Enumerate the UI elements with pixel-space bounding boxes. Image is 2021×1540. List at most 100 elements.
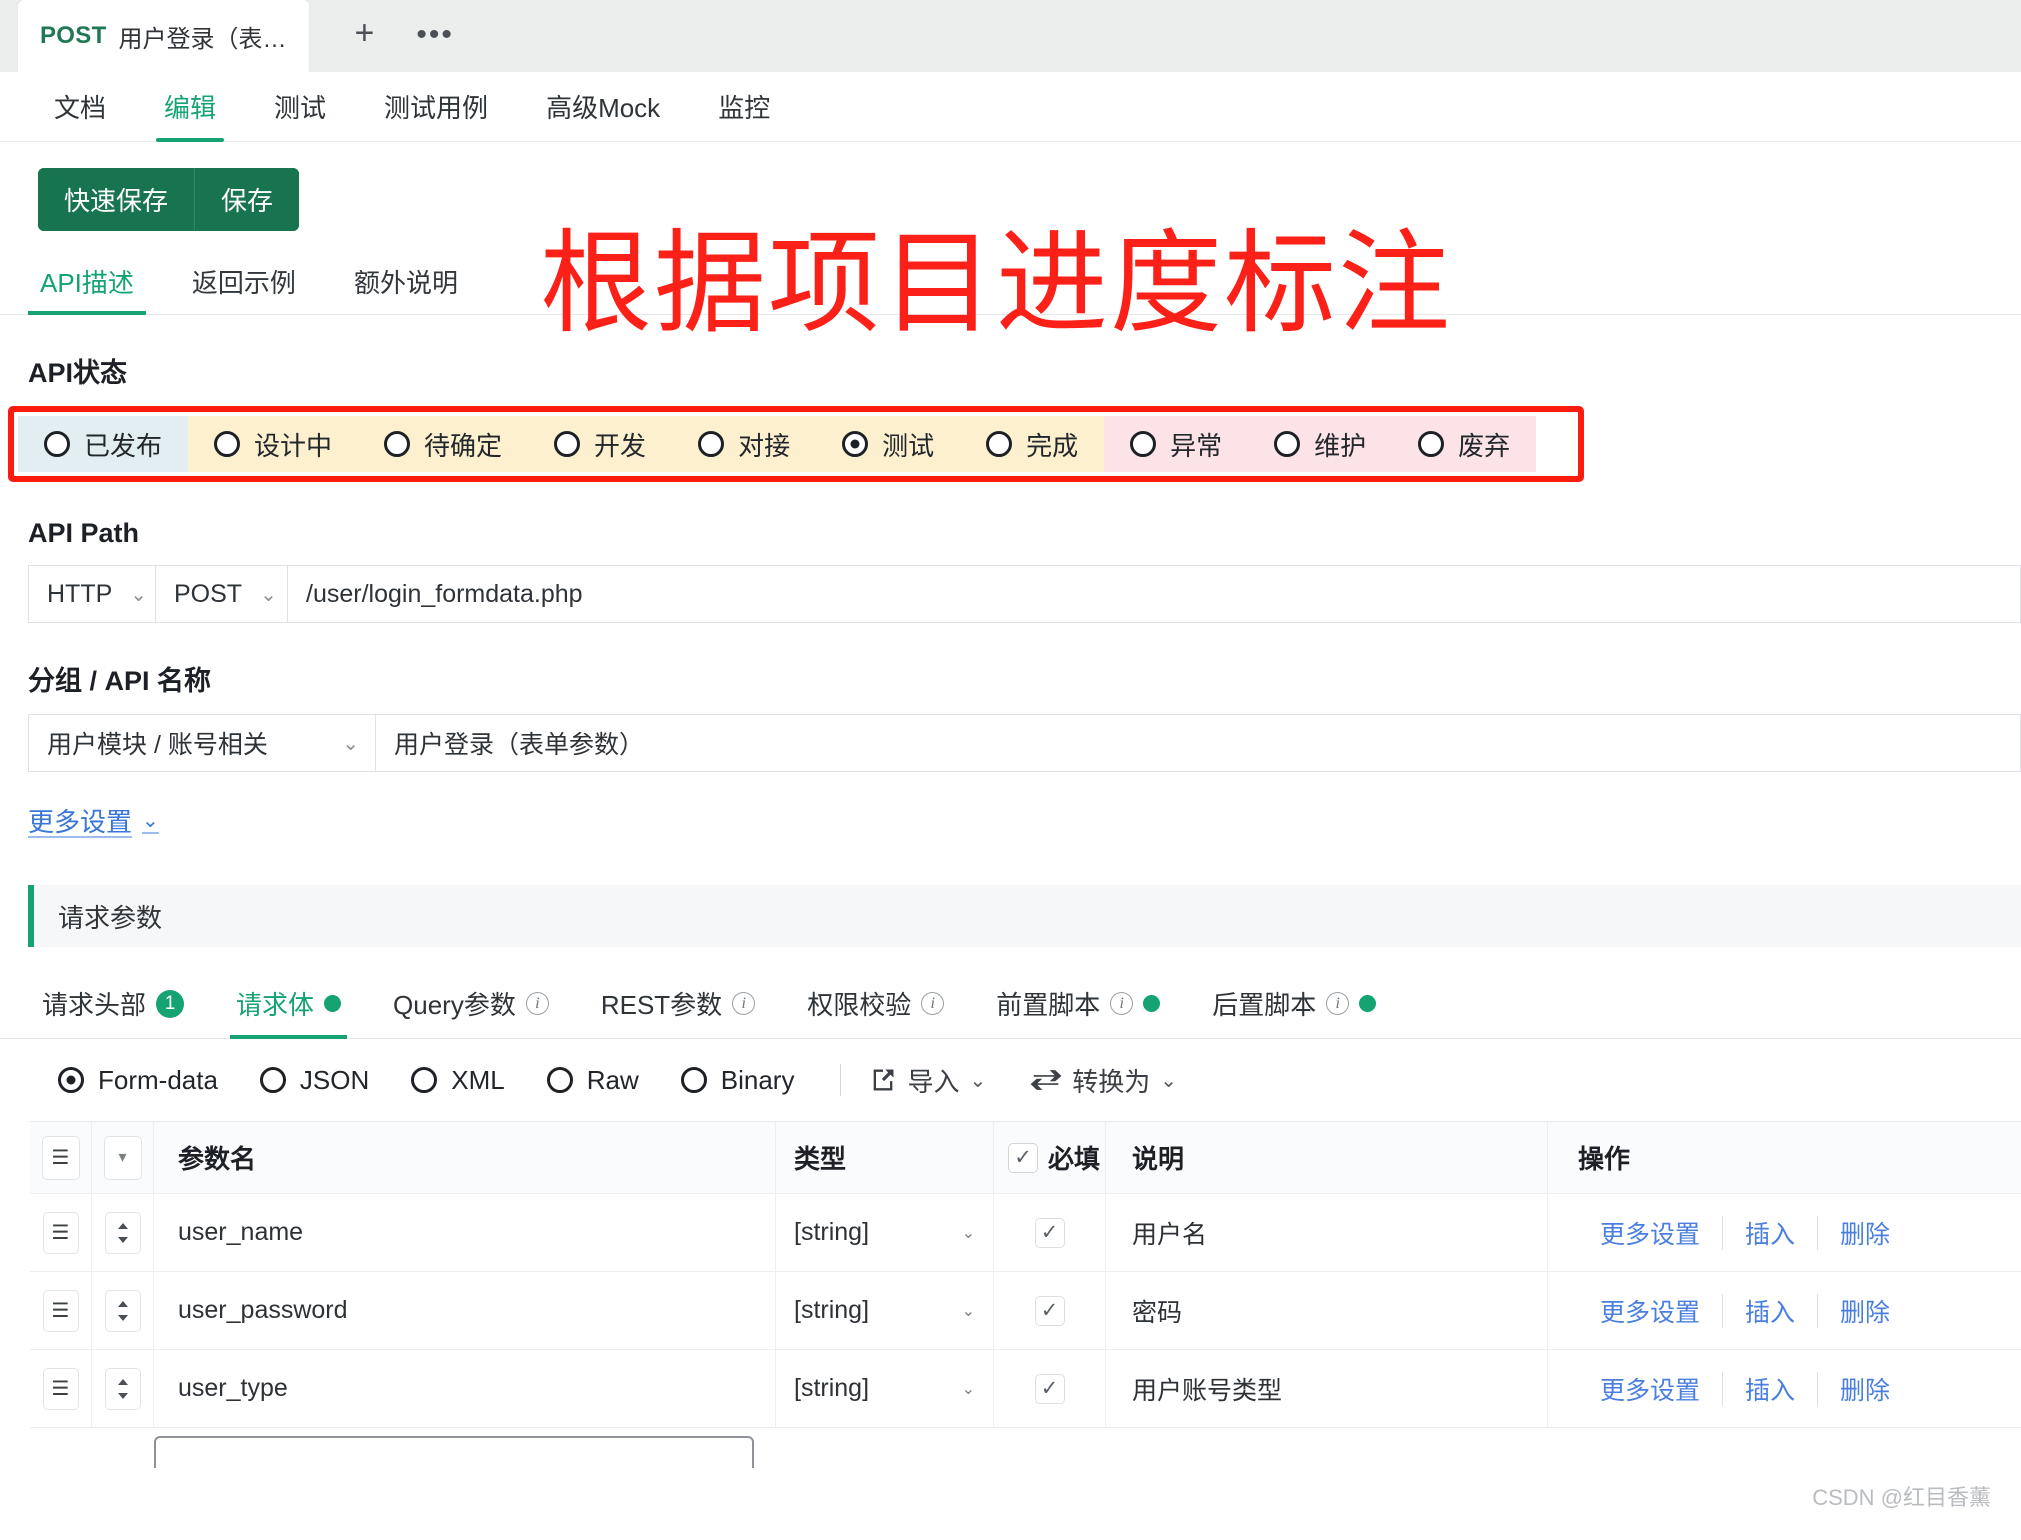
param-name-input[interactable]: user_password <box>154 1272 776 1349</box>
status-option-completed[interactable]: 完成 <box>960 416 1105 472</box>
save-button[interactable]: 保存 <box>194 168 300 231</box>
quick-save-button[interactable]: 快速保存 <box>38 168 195 231</box>
updown-arrows-icon[interactable] <box>104 1367 141 1410</box>
delete-action[interactable]: 删除 <box>1818 1293 1912 1329</box>
required-checkbox[interactable]: ✓ <box>1034 1373 1065 1404</box>
chevron-down-icon[interactable]: ▾ <box>103 1135 142 1180</box>
more-settings-action[interactable]: 更多设置 <box>1578 1215 1722 1251</box>
required-checkbox[interactable]: ✓ <box>1034 1217 1065 1248</box>
browser-tab-strip: POST 用户登录（表… + ••• <box>0 0 2021 72</box>
drag-handle-icon[interactable]: ☰ <box>42 1211 79 1254</box>
nav-item-doc[interactable]: 文档 <box>38 72 122 142</box>
status-option-integration[interactable]: 对接 <box>672 416 817 472</box>
updown-arrows-icon[interactable] <box>104 1211 141 1254</box>
method-select[interactable]: POST ⌄ <box>156 565 288 623</box>
body-type-json[interactable]: JSON <box>259 1064 370 1096</box>
more-settings-action[interactable]: 更多设置 <box>1578 1371 1722 1407</box>
chevron-down-icon: ⌄ <box>1160 1069 1178 1092</box>
nav-item-testcase[interactable]: 测试用例 <box>368 72 504 142</box>
nav-item-mock[interactable]: 高级Mock <box>530 72 676 142</box>
info-icon[interactable]: i <box>1110 992 1134 1015</box>
status-option-label: 已发布 <box>84 430 163 461</box>
subtab-response-example[interactable]: 返回示例 <box>180 257 308 314</box>
nav-item-test[interactable]: 测试 <box>258 72 342 142</box>
tab-query-params[interactable]: Query参数 i <box>387 981 555 1038</box>
status-option-pending[interactable]: 待确定 <box>358 416 529 472</box>
updown-arrows-glyph <box>117 1300 128 1321</box>
status-option-label: 完成 <box>1026 430 1079 461</box>
row-drag-cell: ☰ <box>30 1350 92 1427</box>
api-name-input[interactable]: 用户登录（表单参数） <box>376 714 2021 772</box>
tab-post-script[interactable]: 后置脚本 i <box>1206 981 1382 1038</box>
select-all-required-checkbox[interactable]: ✓ <box>1008 1142 1038 1173</box>
body-type-raw[interactable]: Raw <box>546 1065 639 1096</box>
status-option-label: 开发 <box>594 430 647 461</box>
subtab-api-description[interactable]: API描述 <box>28 257 146 315</box>
list-menu-icon[interactable]: ☰ <box>41 1135 80 1180</box>
status-option-label: 对接 <box>738 430 791 461</box>
chevron-down-icon: ⌄ <box>961 1224 975 1242</box>
status-option-designing[interactable]: 设计中 <box>188 416 359 472</box>
more-icon[interactable]: ••• <box>410 20 460 50</box>
param-type-select[interactable]: [string] ⌄ <box>776 1350 994 1427</box>
info-icon[interactable]: i <box>1326 992 1350 1015</box>
insert-action[interactable]: 插入 <box>1723 1293 1817 1329</box>
delete-action[interactable]: 删除 <box>1818 1215 1912 1251</box>
row-drag-cell: ☰ <box>30 1194 92 1271</box>
info-icon[interactable]: i <box>525 992 549 1015</box>
param-name-input[interactable]: user_name <box>154 1194 776 1271</box>
param-description-input[interactable]: 用户账号类型 <box>1106 1350 1548 1427</box>
updown-arrows-icon[interactable] <box>104 1289 141 1332</box>
tab-rest-params[interactable]: REST参数 i <box>595 981 761 1038</box>
nav-item-monitor[interactable]: 监控 <box>702 72 786 142</box>
required-checkbox[interactable]: ✓ <box>1034 1295 1065 1326</box>
status-option-exception[interactable]: 异常 <box>1104 416 1249 472</box>
info-icon[interactable]: i <box>732 992 756 1015</box>
body-type-binary[interactable]: Binary <box>680 1065 794 1096</box>
body-type-xml[interactable]: XML <box>411 1064 505 1096</box>
protocol-select[interactable]: HTTP ⌄ <box>28 565 156 623</box>
tab-request-headers[interactable]: 请求头部 1 <box>36 981 190 1038</box>
api-tab[interactable]: POST 用户登录（表… <box>18 0 309 72</box>
param-name-input[interactable]: user_type <box>154 1350 776 1427</box>
api-path-input[interactable]: /user/login_formdata.php <box>288 565 2021 623</box>
status-option-label: 维护 <box>1314 430 1367 461</box>
import-button[interactable]: 导入 ⌄ <box>869 1062 986 1099</box>
api-name-label: 分组 / API 名称 <box>28 666 212 696</box>
info-icon[interactable]: i <box>921 992 945 1015</box>
param-description-input[interactable]: 密码 <box>1106 1272 1548 1349</box>
tab-request-body[interactable]: 请求体 <box>230 981 348 1039</box>
insert-action[interactable]: 插入 <box>1723 1371 1817 1407</box>
radio-icon <box>214 431 241 457</box>
body-type-label: XML <box>451 1064 505 1095</box>
tab-label: Query参数 <box>393 990 516 1020</box>
radio-icon <box>58 1067 84 1093</box>
param-type-value: [string] <box>794 1296 870 1324</box>
body-type-form-data[interactable]: Form-data <box>58 1065 218 1096</box>
status-option-published[interactable]: 已发布 <box>18 416 189 472</box>
param-type-select[interactable]: [string] ⌄ <box>776 1272 994 1349</box>
drag-handle-icon[interactable]: ☰ <box>42 1289 79 1332</box>
group-select[interactable]: 用户模块 / 账号相关 ⌄ <box>28 714 376 772</box>
insert-action[interactable]: 插入 <box>1723 1215 1817 1251</box>
delete-action[interactable]: 删除 <box>1818 1371 1912 1407</box>
status-option-testing[interactable]: 测试 <box>816 416 961 472</box>
more-settings-link[interactable]: 更多设置 ⌄ <box>0 802 159 839</box>
radio-icon <box>1418 431 1445 457</box>
param-description-input[interactable]: 用户名 <box>1106 1194 1548 1271</box>
body-type-label: JSON <box>299 1064 370 1095</box>
status-option-developing[interactable]: 开发 <box>528 416 673 472</box>
tab-pre-script[interactable]: 前置脚本 i <box>990 981 1166 1038</box>
radio-icon <box>411 1067 438 1093</box>
status-option-deprecated[interactable]: 废弃 <box>1392 416 1537 472</box>
nav-item-edit[interactable]: 编辑 <box>148 72 232 142</box>
plus-icon[interactable]: + <box>349 16 381 50</box>
status-option-maintenance[interactable]: 维护 <box>1248 416 1393 472</box>
subtab-extra-notes[interactable]: 额外说明 <box>342 257 470 314</box>
new-param-name-input[interactable] <box>154 1436 754 1468</box>
more-settings-action[interactable]: 更多设置 <box>1578 1293 1722 1329</box>
drag-handle-icon[interactable]: ☰ <box>42 1367 79 1410</box>
param-type-select[interactable]: [string] ⌄ <box>776 1194 994 1271</box>
tab-auth[interactable]: 权限校验 i <box>801 981 950 1038</box>
convert-button[interactable]: 转换为 ⌄ <box>1030 1062 1177 1099</box>
